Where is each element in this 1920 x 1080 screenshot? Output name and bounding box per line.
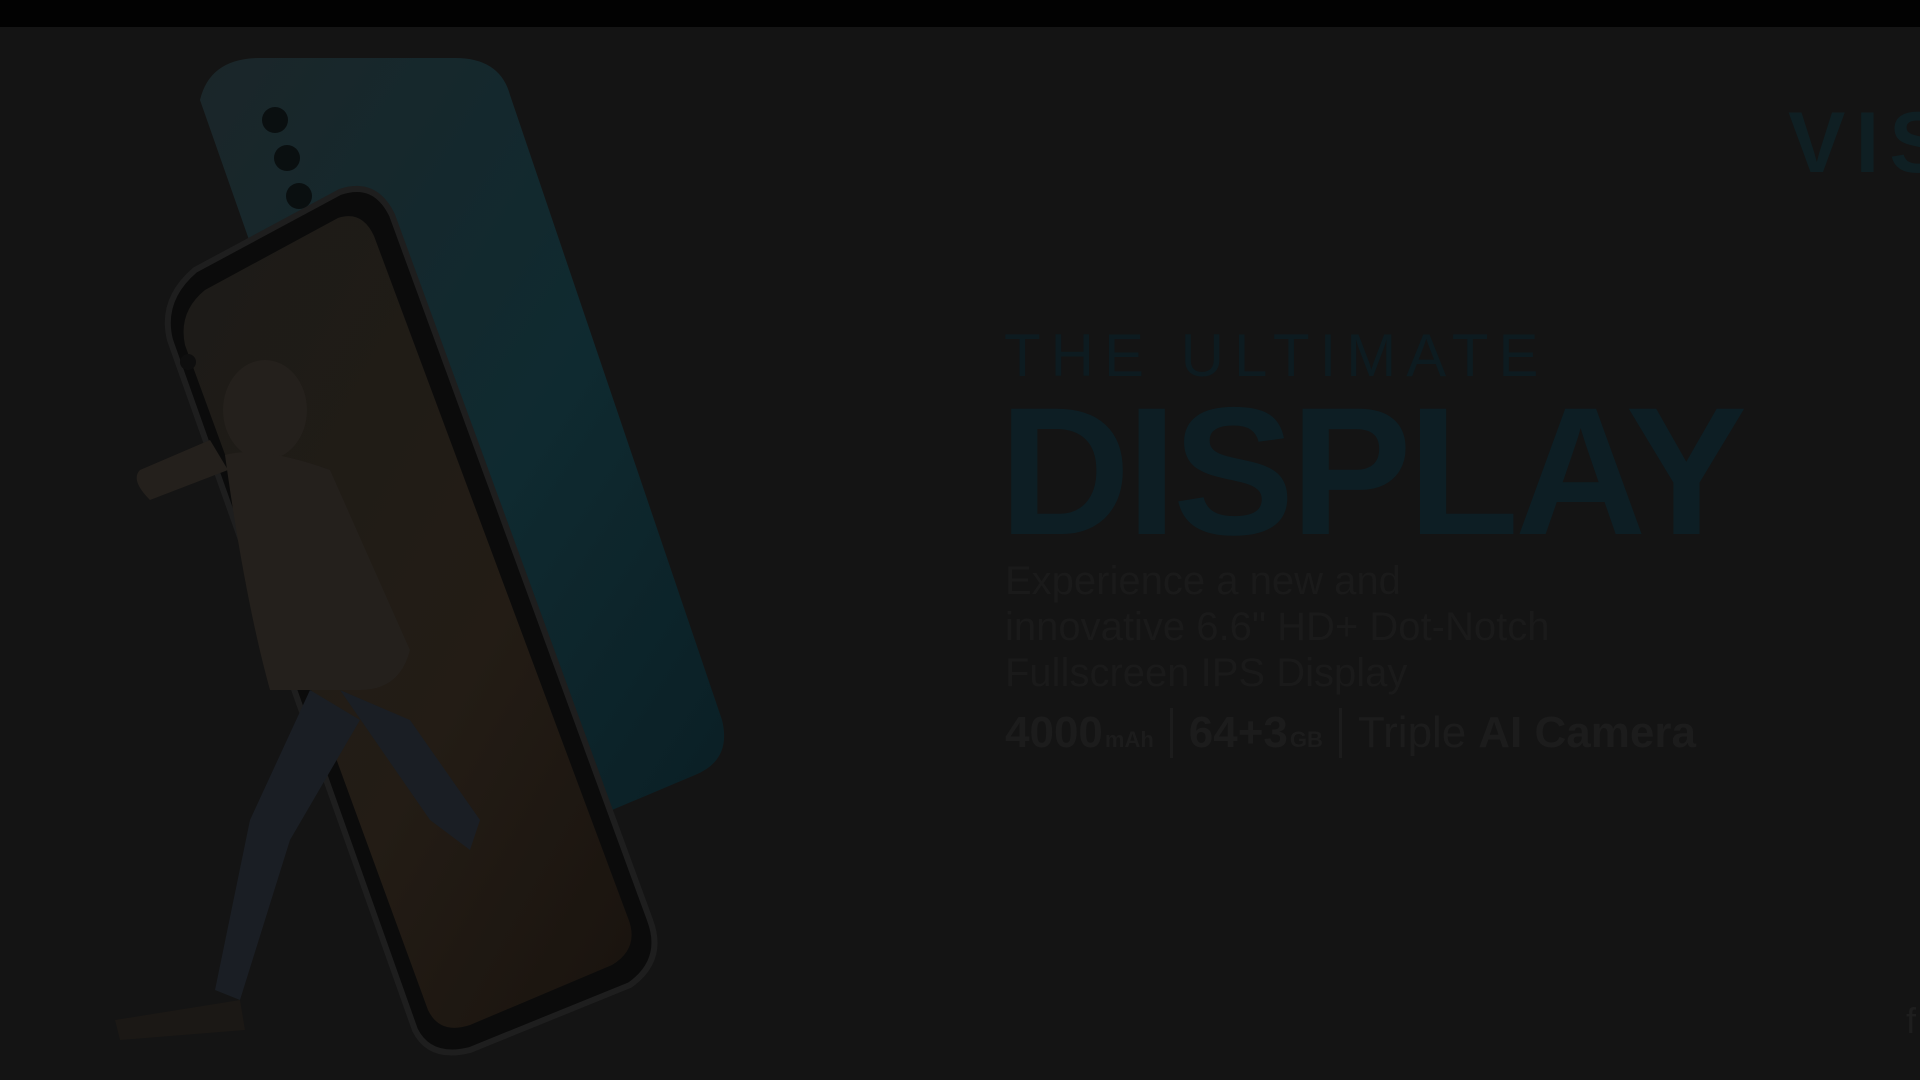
battery-unit: mAh xyxy=(1104,727,1154,752)
front-camera-hole xyxy=(180,354,196,370)
camera-lens-2 xyxy=(274,145,300,171)
video-frame: VIS THE ULTIMATE DISPLAY Experience a ne… xyxy=(0,0,1920,1080)
camera-lens-1 xyxy=(262,107,288,133)
camera-prefix: Triple xyxy=(1357,708,1467,757)
edge-glyph: f xyxy=(1906,1000,1917,1041)
camera-highlight: AI Camera xyxy=(1478,708,1696,757)
spec-row: 4000 mAh 64+3 GB Triple AI Camera xyxy=(1005,708,1696,758)
brand-logo: VIS xyxy=(1788,95,1920,191)
battery-value: 4000 xyxy=(1005,708,1103,757)
product-description: Experience a new and innovative 6.6" HD+… xyxy=(1005,559,1550,695)
headline: DISPLAY xyxy=(999,369,1747,573)
memory-value: 64+3 xyxy=(1188,708,1288,757)
spec-divider xyxy=(1169,708,1173,758)
camera-lens-3 xyxy=(286,183,312,209)
memory-unit: GB xyxy=(1289,727,1323,752)
spec-divider xyxy=(1338,708,1342,758)
